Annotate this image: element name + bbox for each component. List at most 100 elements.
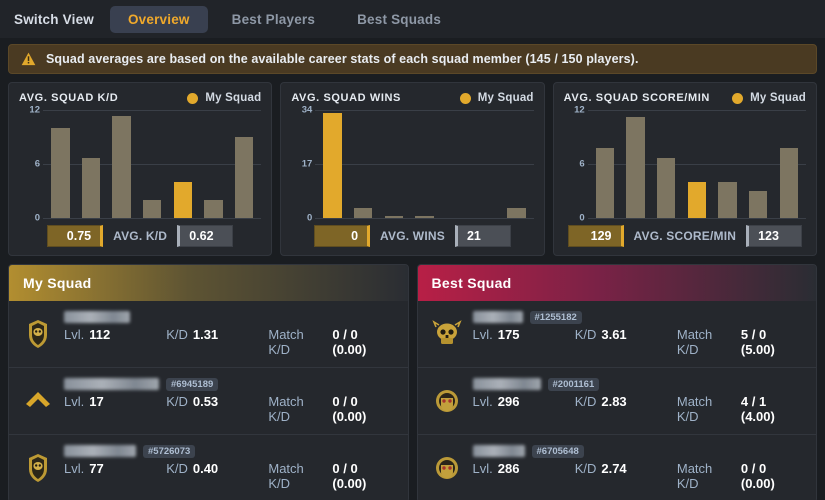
player-name-redacted	[64, 311, 130, 323]
stat-kd-value: 3.61	[601, 327, 627, 342]
view-tabs: Overview Best Players Best Squads	[109, 5, 459, 33]
stat-card-header: AVG. SQUAD K/D My Squad	[19, 92, 261, 104]
bar	[204, 200, 223, 218]
legend-label: My Squad	[477, 92, 534, 104]
stat-kd-value: 2.74	[601, 461, 627, 476]
stat-kd-label: K/D	[574, 327, 597, 342]
stat-match-kd: Match K/D 0 / 0 (0.00)	[268, 394, 393, 424]
stat-level-value: 296	[497, 394, 520, 409]
stat-match-kd-label: Match K/D	[268, 461, 304, 491]
bar-slot	[229, 110, 260, 218]
player-stats: Lvl. 17 K/D 0.53 Match K/D 0 / 0 (0.00)	[64, 394, 394, 424]
bar-group	[315, 110, 533, 218]
player-identity: #6705648	[472, 444, 803, 458]
warning-triangle-icon	[21, 52, 36, 66]
gridline	[587, 218, 806, 219]
legend-dot-my-squad	[732, 92, 744, 104]
player-stats: Lvl. 286 K/D 2.74 Match K/D 0 / 0 (0.00)	[473, 461, 803, 491]
stat-match-kd-label: Match K/D	[676, 327, 713, 357]
player-row[interactable]: #2001161 Lvl. 296 K/D 2.83 Match K/D 4 / 1 (4.…	[417, 368, 816, 435]
stat-kd-label: K/D	[166, 394, 188, 409]
stat-kd-label: K/D	[574, 394, 597, 409]
average-value: 21	[454, 225, 511, 247]
player-row[interactable]: #6945189 Lvl. 17 K/D 0.53 Match K/D 0 / 0 (0.0…	[9, 368, 408, 435]
player-row[interactable]: #1255182 Lvl. 175 K/D 3.61 Match K/D 5 / 0 (5.…	[417, 301, 816, 368]
stat-level: Lvl. 17	[64, 394, 166, 409]
stat-kd: K/D 3.61	[575, 327, 677, 342]
stat-match-kd: Match K/D 4 / 1 (4.00)	[677, 394, 802, 424]
player-stats: Lvl. 175 K/D 3.61 Match K/D 5 / 0 (5.00)	[473, 327, 803, 357]
bar-chart: 0 6 12	[564, 105, 806, 224]
bar	[626, 117, 645, 218]
stat-kd-value: 0.53	[192, 394, 219, 409]
squad-panel-mine: My Squad Lvl. 112 K/D 1.31 Match K/D 0 / 0 (0.…	[8, 264, 409, 500]
bar-slot	[501, 110, 532, 218]
stat-level: Lvl. 286	[473, 461, 575, 476]
bar	[718, 182, 737, 218]
stat-level: Lvl. 296	[473, 394, 575, 409]
player-name-redacted	[472, 445, 525, 457]
bar	[748, 191, 768, 218]
y-axis-tick-label: 0	[34, 212, 40, 224]
squad-emblem-icon	[29, 319, 47, 348]
tab-best-players[interactable]: Best Players	[214, 6, 333, 33]
stat-level-label: Lvl.	[64, 461, 85, 476]
player-name-redacted	[64, 445, 136, 457]
bar-slot	[712, 110, 743, 218]
tab-overview[interactable]: Overview	[109, 5, 208, 33]
bar-slot	[106, 110, 137, 218]
stat-footer-label: AVG. K/D	[113, 229, 168, 243]
stat-match-kd-value: 0 / 0 (0.00)	[332, 394, 367, 424]
chart-legend: My Squad	[459, 92, 534, 104]
player-name-redacted	[472, 378, 541, 390]
bar-slot	[470, 110, 501, 218]
bar-slot	[317, 110, 348, 218]
player-row[interactable]: #6705648 Lvl. 286 K/D 2.74 Match K/D 0 / 0 (0.…	[418, 435, 817, 500]
alert-message: Squad averages are based on the availabl…	[46, 52, 639, 66]
player-id-badge: #6705648	[531, 444, 584, 458]
player-row-body: #2001161 Lvl. 296 K/D 2.83 Match K/D 4 / 1 (4.…	[472, 377, 803, 424]
stat-level-label: Lvl.	[64, 394, 85, 409]
squad-panel-title: My Squad	[23, 275, 92, 291]
bar-group	[43, 110, 261, 218]
y-axis-tick-label: 0	[307, 212, 313, 224]
average-value: 123	[746, 225, 803, 247]
bar-my-squad	[173, 182, 192, 218]
stat-level-value: 175	[497, 327, 520, 342]
player-row-body: #6705648 Lvl. 286 K/D 2.74 Match K/D 0 / 0 (0.…	[472, 444, 803, 491]
legend-label: My Squad	[205, 92, 262, 104]
stat-kd: K/D 1.31	[166, 327, 268, 342]
player-stats: Lvl. 296 K/D 2.83 Match K/D 4 / 1 (4.00)	[473, 394, 803, 424]
squad-panel-header: Best Squad	[417, 265, 816, 301]
stat-card-header: AVG. SQUAD SCORE/MIN My Squad	[564, 92, 806, 104]
y-axis-tick-label: 12	[29, 104, 40, 116]
bar-slot	[45, 110, 76, 218]
player-row[interactable]: Lvl. 112 K/D 1.31 Match K/D 0 / 0 (0.00)	[9, 301, 408, 368]
stat-kd-value: 2.83	[601, 394, 627, 409]
y-axis-tick-label: 34	[301, 104, 313, 116]
stat-cards-row: AVG. SQUAD K/D My Squad 0 6 12 0.75 AVG. K/D 0.…	[0, 74, 825, 256]
squad-panel-header: My Squad	[9, 265, 408, 301]
stat-footer-label: AVG. SCORE/MIN	[633, 229, 737, 243]
stat-match-kd-label: Match K/D	[268, 394, 304, 424]
bar-slot	[590, 110, 621, 218]
player-row-body: Lvl. 112 K/D 1.31 Match K/D 0 / 0 (0.00)	[64, 310, 394, 357]
y-axis-tick-label: 17	[301, 158, 313, 170]
tab-best-squads[interactable]: Best Squads	[339, 6, 459, 33]
stat-card-title: AVG. SQUAD K/D	[19, 92, 119, 104]
stat-level-value: 17	[89, 394, 104, 409]
stat-card-footer: 0 AVG. WINS 21	[291, 225, 533, 247]
bar	[595, 147, 615, 218]
my-squad-value: 129	[567, 225, 624, 247]
stat-match-kd-value: 4 / 1 (4.00)	[740, 394, 775, 424]
stat-level-label: Lvl.	[472, 461, 493, 476]
average-value: 0.62	[177, 225, 234, 247]
stat-kd: K/D 2.83	[575, 394, 677, 409]
y-axis-tick-label: 6	[579, 158, 585, 170]
bar	[384, 216, 404, 218]
player-row-body: #1255182 Lvl. 175 K/D 3.61 Match K/D 5 / 0 (5.…	[472, 310, 803, 357]
stat-card-footer: 0.75 AVG. K/D 0.62	[19, 225, 261, 247]
player-row[interactable]: #5726073 Lvl. 77 K/D 0.40 Match K/D 0 / 0 (0.0…	[9, 435, 408, 500]
bar	[143, 200, 162, 218]
player-row-body: #5726073 Lvl. 77 K/D 0.40 Match K/D 0 / 0 (0.0…	[64, 444, 394, 491]
